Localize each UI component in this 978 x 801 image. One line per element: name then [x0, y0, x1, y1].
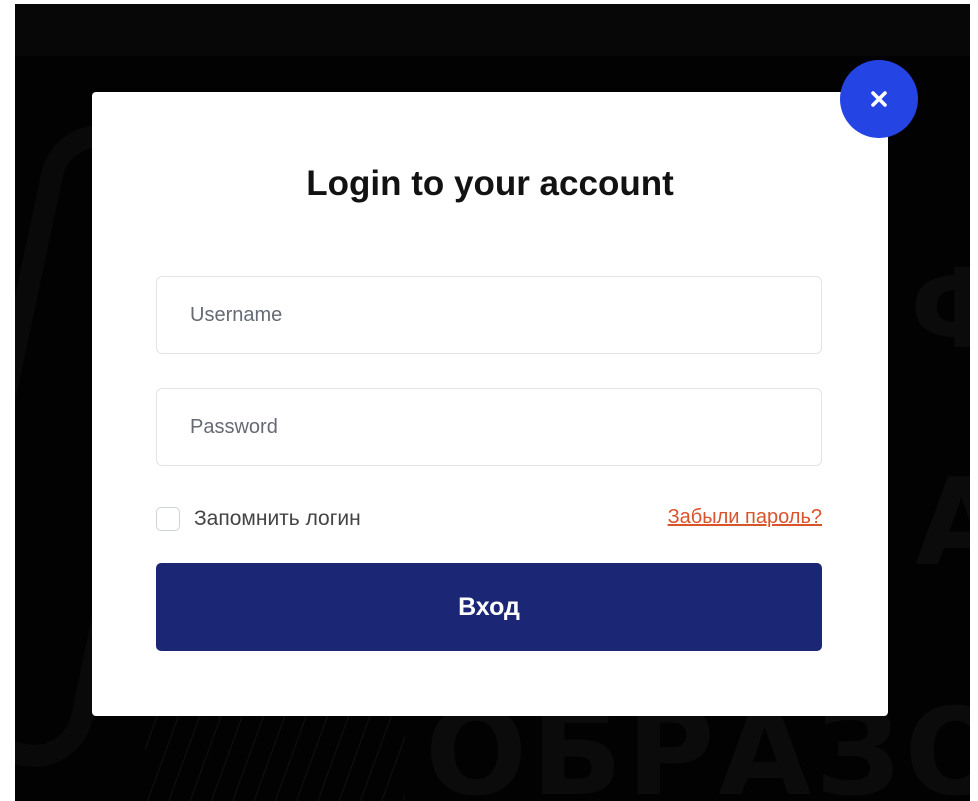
close-button[interactable] [840, 60, 918, 138]
username-input[interactable] [156, 276, 822, 354]
modal-title: Login to your account [306, 164, 674, 203]
page-background: Ф А ОБРАЗО Login to your account Запомни… [15, 4, 970, 801]
close-icon [871, 91, 887, 107]
remember-login[interactable]: Запомнить логин [156, 507, 361, 531]
top-bar [15, 4, 970, 56]
background-letter: Ф [910, 245, 970, 373]
remember-label: Запомнить логин [194, 507, 361, 530]
login-modal: Login to your account Запомнить логин За… [92, 92, 888, 716]
background-letter: А [915, 454, 970, 593]
login-button[interactable]: Вход [156, 563, 822, 651]
password-input[interactable] [156, 388, 822, 466]
forgot-password-link[interactable]: Забыли пароль? [668, 506, 822, 529]
remember-checkbox[interactable] [156, 507, 180, 531]
